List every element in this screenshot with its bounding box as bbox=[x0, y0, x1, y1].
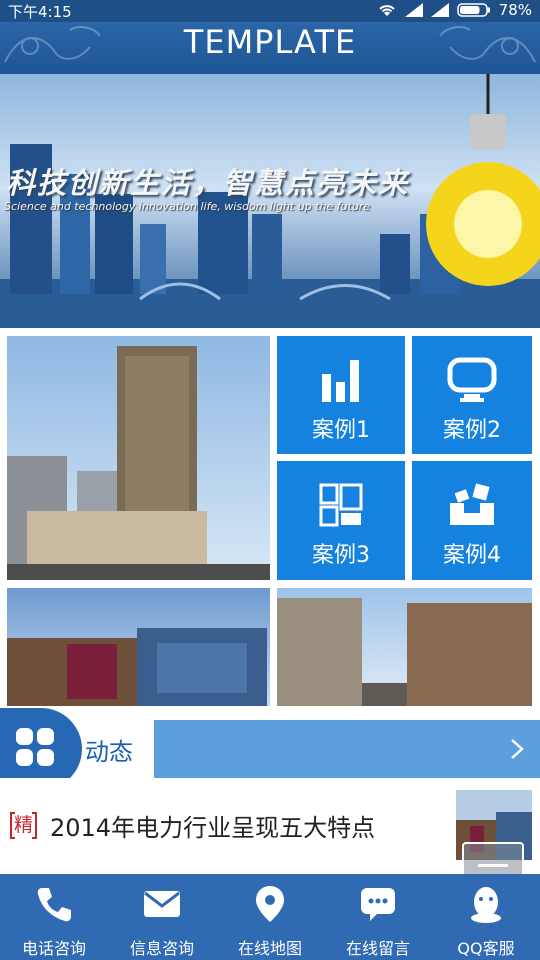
nav-label: 在线留言 bbox=[345, 939, 410, 958]
monitor-icon bbox=[447, 357, 497, 402]
status-icons: 78% bbox=[377, 1, 532, 19]
chevron-right-icon[interactable] bbox=[510, 738, 524, 760]
case-label: 案例3 bbox=[312, 543, 370, 568]
nav-map[interactable]: 在线地图 bbox=[216, 874, 324, 960]
news-title: 2014年电力行业呈现五大特点 bbox=[50, 814, 376, 842]
news-header-bar bbox=[154, 720, 540, 778]
nav-feedback[interactable]: 在线留言 bbox=[324, 874, 432, 960]
nav-label: 在线地图 bbox=[237, 939, 302, 958]
status-bar: 下午4:15 78% bbox=[0, 0, 540, 22]
nav-message[interactable]: 信息咨询 bbox=[108, 874, 216, 960]
mail-icon bbox=[144, 891, 180, 917]
featured-badge: 精 bbox=[10, 812, 37, 839]
battery-percent: 78% bbox=[498, 1, 532, 19]
signal-icon bbox=[430, 3, 449, 17]
app-header: TEMPLATE bbox=[0, 22, 540, 74]
nav-label: 信息咨询 bbox=[129, 939, 194, 958]
box-icon bbox=[450, 483, 494, 525]
news-section-header[interactable]: 动态 bbox=[0, 708, 540, 790]
page-title: TEMPLATE bbox=[183, 23, 357, 61]
nav-label: QQ客服 bbox=[457, 939, 515, 958]
nav-phone[interactable]: 电话咨询 bbox=[0, 874, 108, 960]
building-photo-3[interactable] bbox=[277, 588, 532, 706]
phone-icon bbox=[37, 888, 71, 922]
nav-label: 电话咨询 bbox=[21, 939, 86, 958]
chat-icon bbox=[361, 888, 395, 921]
case-tile-4[interactable]: 案例4 bbox=[412, 461, 532, 580]
building-photo-2[interactable] bbox=[7, 588, 270, 706]
case-tile-3[interactable]: 案例3 bbox=[277, 461, 405, 580]
bar-chart-icon bbox=[322, 360, 359, 402]
apps-grid-icon bbox=[16, 728, 54, 766]
building-image bbox=[277, 598, 532, 706]
nav-qq[interactable]: QQ客服 bbox=[432, 874, 540, 960]
battery-icon bbox=[456, 3, 490, 17]
case-label: 案例4 bbox=[443, 543, 501, 568]
case-label: 案例1 bbox=[312, 418, 370, 443]
qq-icon bbox=[471, 887, 501, 923]
banner-subline: Science and technology innovation life, … bbox=[4, 200, 371, 213]
bottom-nav: 电话咨询 信息咨询 在线地图 在线留言 QQ客服 bbox=[0, 874, 540, 960]
hero-banner[interactable]: 科技创新生活，智慧点亮未来 Science and technology inn… bbox=[0, 74, 540, 328]
map-pin-icon bbox=[256, 886, 284, 922]
news-section-label: 动态 bbox=[85, 738, 133, 766]
layout-grid-icon bbox=[319, 483, 363, 527]
status-time: 下午4:15 bbox=[8, 3, 72, 21]
signal-icon bbox=[404, 3, 423, 17]
banner-headline: 科技创新生活，智慧点亮未来 bbox=[6, 166, 410, 200]
case-tile-1[interactable]: 案例1 bbox=[277, 336, 405, 454]
building-image bbox=[7, 628, 267, 706]
news-list-item[interactable]: 精 2014年电力行业呈现五大特点 bbox=[0, 778, 540, 874]
case-tile-2[interactable]: 案例2 bbox=[412, 336, 532, 454]
building-photo-1[interactable] bbox=[7, 336, 270, 580]
wifi-icon bbox=[378, 5, 395, 16]
featured-badge-text: 精 bbox=[13, 814, 33, 836]
building-image bbox=[7, 346, 270, 580]
case-label: 案例2 bbox=[443, 418, 501, 443]
